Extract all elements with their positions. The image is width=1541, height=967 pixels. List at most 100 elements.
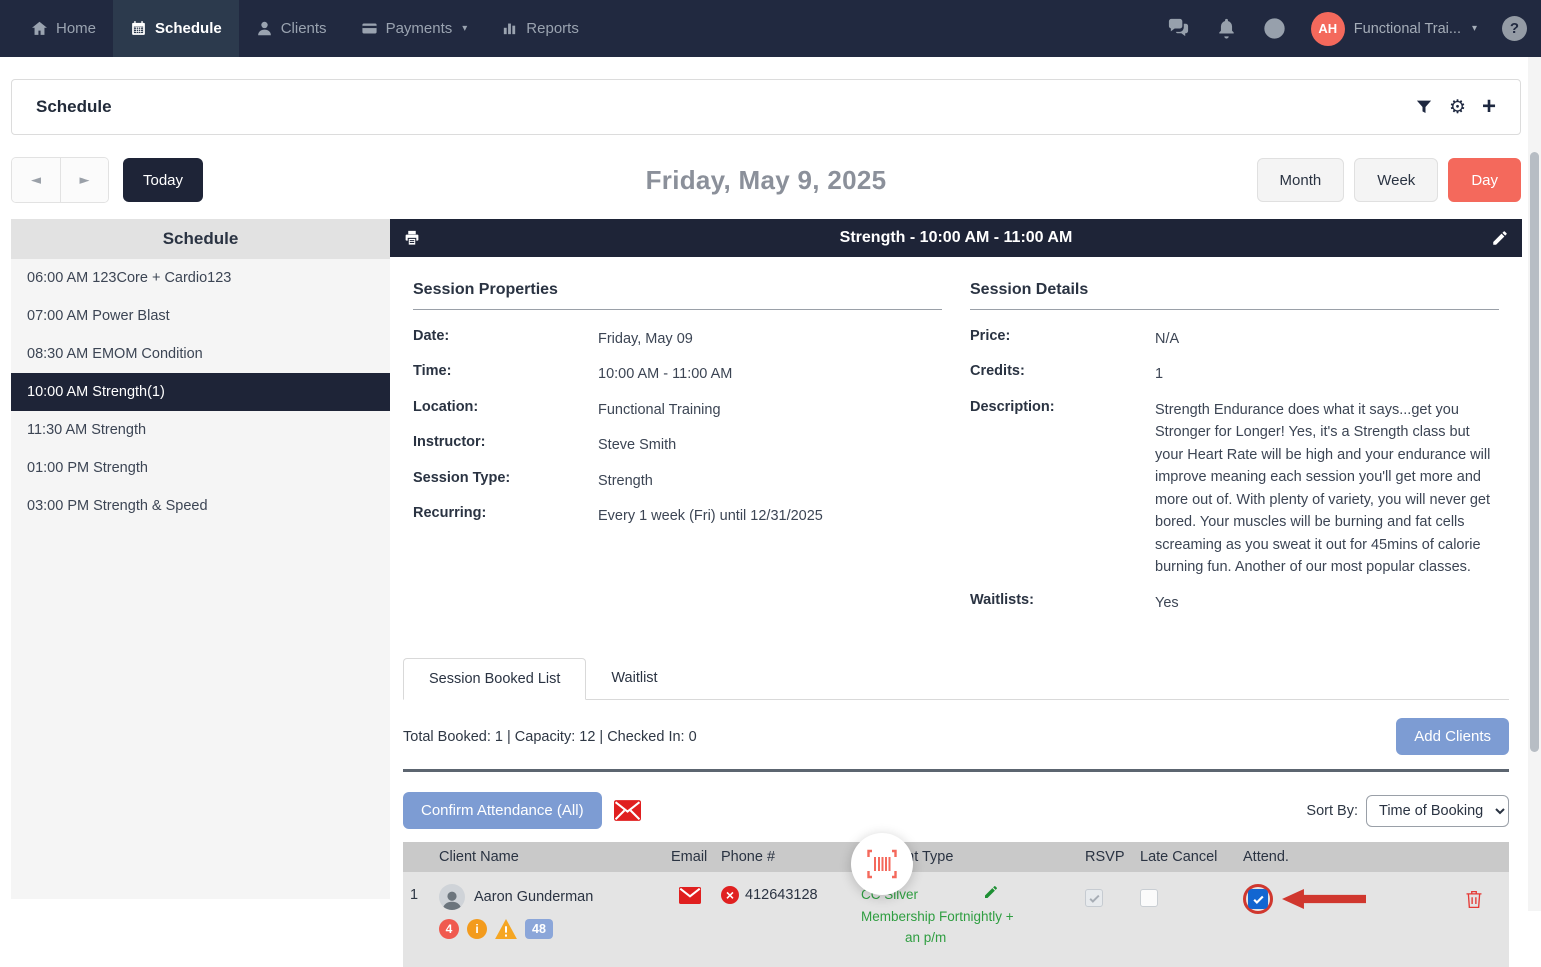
nav-item-schedule[interactable]: Schedule <box>113 0 239 57</box>
col-email: Email <box>671 849 721 865</box>
instructor-label: Instructor: <box>413 434 598 456</box>
date-label: Date: <box>413 328 598 350</box>
client-avatar[interactable] <box>439 884 465 910</box>
clock-icon[interactable] <box>1263 17 1286 40</box>
waitlists-label: Waitlists: <box>970 592 1155 614</box>
recurring-label: Recurring: <box>413 505 598 527</box>
bell-icon[interactable] <box>1215 17 1238 40</box>
session-panel: Strength - 10:00 AM - 11:00 AM Session P… <box>390 219 1522 899</box>
nav-clients-label: Clients <box>281 20 327 37</box>
session-details: Session Details Price:N/A Credits:1 Desc… <box>970 277 1499 627</box>
table-header-row: Client Name Email Phone # Payment Type R… <box>403 842 1509 872</box>
sort-by-control: Sort By: Time of Booking <box>1306 795 1509 827</box>
client-badges: 4 i 48 <box>439 919 671 939</box>
nav-reports-label: Reports <box>526 20 579 37</box>
credit-card-icon <box>361 20 378 37</box>
sidebar-session-1000-selected[interactable]: 10:00 AM Strength(1) <box>11 373 390 411</box>
credits-value: 1 <box>1155 363 1163 385</box>
row-index: 1 <box>403 884 439 903</box>
booked-clients-table: Client Name Email Phone # Payment Type R… <box>403 842 1509 967</box>
page-scrollbar <box>1528 57 1541 911</box>
account-menu[interactable]: AH Functional Trai... ▾ <box>1311 12 1477 46</box>
attendance-toolbar: Confirm Attendance (All) Sort By: Time o… <box>403 792 1509 829</box>
client-name[interactable]: Aaron Gunderman <box>474 889 593 905</box>
account-label: Functional Trai... <box>1354 21 1461 37</box>
date-navigation: Friday, May 9, 2025 ◄ ► Today Month Week… <box>11 157 1521 203</box>
email-cell <box>671 884 721 909</box>
tab-session-booked-list[interactable]: Session Booked List <box>403 658 586 700</box>
sidebar-session-0600[interactable]: 06:00 AM 123Core + Cardio123 <box>11 259 390 297</box>
sidebar-session-1130[interactable]: 11:30 AM Strength <box>11 411 390 449</box>
properties-heading: Session Properties <box>413 281 942 299</box>
gear-icon[interactable]: ⚙ <box>1449 96 1466 119</box>
divider <box>970 309 1499 310</box>
description-label: Description: <box>970 399 1155 579</box>
annotation-arrow-icon <box>1282 887 1366 911</box>
col-client-name: Client Name <box>439 849 671 865</box>
today-button[interactable]: Today <box>123 158 203 202</box>
nav-item-home[interactable]: Home <box>14 0 113 57</box>
email-all-icon[interactable] <box>614 800 641 821</box>
nav-item-clients[interactable]: Clients <box>239 0 344 57</box>
time-value: 10:00 AM - 11:00 AM <box>598 363 732 385</box>
app-root: Home Schedule Clients Payments ▾ Reports <box>0 0 1541 899</box>
sort-by-label: Sort By: <box>1306 803 1358 819</box>
trash-icon[interactable] <box>1465 889 1483 910</box>
nav-item-reports[interactable]: Reports <box>484 0 596 57</box>
booking-summary: Total Booked: 1 | Capacity: 12 | Checked… <box>403 729 697 745</box>
nav-menu: Home Schedule Clients Payments ▾ Reports <box>14 0 596 57</box>
view-switcher: Month Week Day <box>1257 158 1521 202</box>
rsvp-checkbox[interactable] <box>1085 889 1103 907</box>
month-view-button[interactable]: Month <box>1257 158 1345 202</box>
barcode-icon <box>866 848 898 880</box>
sort-by-select[interactable]: Time of Booking <box>1366 795 1509 827</box>
schedule-sidebar: Schedule 06:00 AM 123Core + Cardio123 07… <box>11 219 390 899</box>
nav-schedule-label: Schedule <box>155 20 222 37</box>
session-properties: Session Properties Date:Friday, May 09 T… <box>413 277 942 627</box>
sidebar-session-1500[interactable]: 03:00 PM Strength & Speed <box>11 487 390 525</box>
sidebar-session-1300[interactable]: 01:00 PM Strength <box>11 449 390 487</box>
credits-remaining-badge[interactable]: 48 <box>525 919 553 939</box>
week-view-button[interactable]: Week <box>1354 158 1438 202</box>
confirm-attendance-button[interactable]: Confirm Attendance (All) <box>403 792 602 829</box>
chevron-down-icon: ▾ <box>462 23 467 34</box>
next-day-button[interactable]: ► <box>60 158 108 202</box>
scrollbar-thumb[interactable] <box>1530 152 1539 752</box>
late-cancel-checkbox[interactable] <box>1140 889 1158 907</box>
col-rsvp: RSVP <box>1085 849 1140 865</box>
page-header-card: Schedule ⚙ + <box>11 79 1521 135</box>
add-clients-button[interactable]: Add Clients <box>1396 718 1509 755</box>
payment-line-2: Membership Fortnightly + <box>861 906 1057 928</box>
chat-icon[interactable] <box>1167 17 1190 40</box>
sidebar-session-0700[interactable]: 07:00 AM Power Blast <box>11 297 390 335</box>
sessions-count-badge[interactable]: 4 <box>439 919 459 939</box>
email-client-icon[interactable] <box>679 887 701 904</box>
description-value: Strength Endurance does what it says...g… <box>1155 399 1499 579</box>
help-icon[interactable]: ? <box>1502 16 1527 41</box>
prev-day-button[interactable]: ◄ <box>12 158 60 202</box>
edit-session-icon[interactable] <box>1491 229 1509 247</box>
day-view-button[interactable]: Day <box>1448 158 1521 202</box>
location-value: Functional Training <box>598 399 721 421</box>
nav-item-payments[interactable]: Payments ▾ <box>344 0 485 57</box>
page-header-actions: ⚙ + <box>1415 96 1496 119</box>
info-icon[interactable]: i <box>467 919 487 939</box>
add-session-icon[interactable]: + <box>1482 98 1496 116</box>
edit-payment-icon[interactable] <box>983 884 999 900</box>
nav-home-label: Home <box>56 20 96 37</box>
session-title: Strength - 10:00 AM - 11:00 AM <box>421 229 1491 247</box>
phone-cell: × 412643128 <box>721 884 861 904</box>
recurring-value: Every 1 week (Fri) until 12/31/2025 <box>598 505 823 527</box>
col-late-cancel: Late Cancel <box>1140 849 1243 865</box>
print-icon[interactable] <box>403 229 421 247</box>
scan-checkin-button[interactable] <box>851 833 913 895</box>
session-type-value: Strength <box>598 470 653 492</box>
tab-waitlist[interactable]: Waitlist <box>586 658 682 700</box>
time-label: Time: <box>413 363 598 385</box>
home-icon <box>31 20 48 37</box>
warning-icon[interactable] <box>495 919 517 939</box>
phone-number: 412643128 <box>745 887 818 903</box>
attend-checkbox[interactable] <box>1248 889 1268 909</box>
sidebar-session-0830[interactable]: 08:30 AM EMOM Condition <box>11 335 390 373</box>
filter-icon[interactable] <box>1415 98 1433 116</box>
